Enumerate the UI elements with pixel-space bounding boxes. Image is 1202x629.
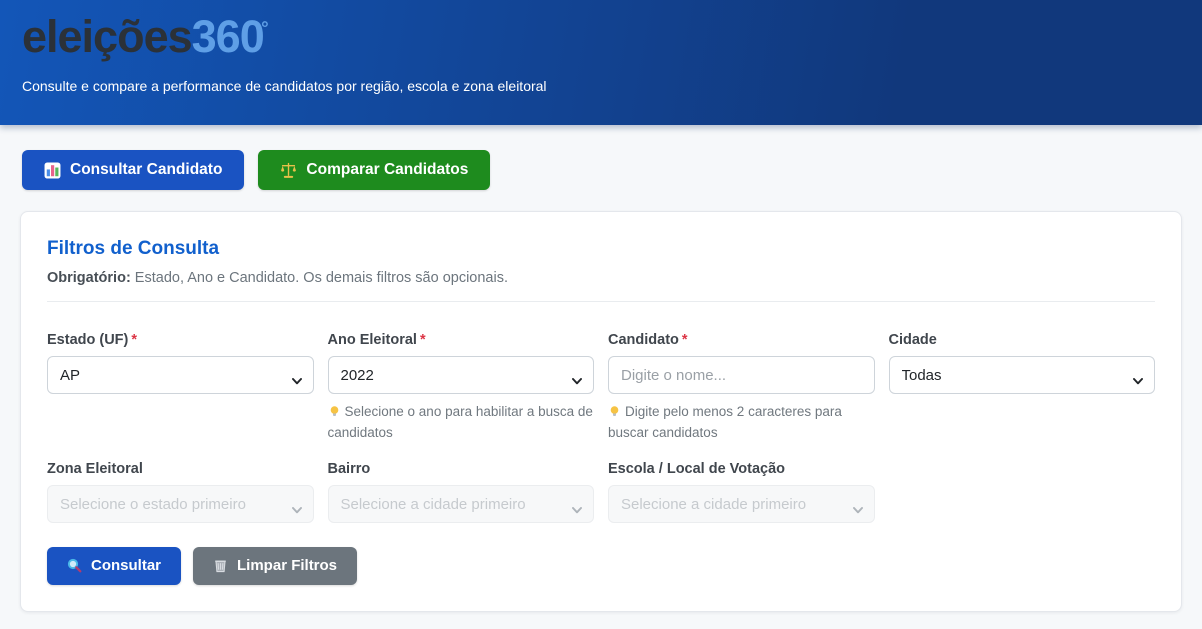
escola-label: Escola / Local de Votação [608,461,875,477]
cidade-select[interactable]: Todas [889,356,1156,394]
field-candidato: Candidato* Digite pelo menos 2 caractere… [608,332,875,461]
required-note-text: Estado, Ano e Candidato. Os demais filtr… [131,270,508,286]
compare-candidates-label: Comparar Candidatos [306,160,468,180]
limpar-filtros-button[interactable]: Limpar Filtros [193,547,357,585]
app-header: eleições360° Consulte e compare a perfor… [0,0,1202,125]
consultar-button[interactable]: Consultar [47,547,181,585]
app-logo: eleições360° [22,12,1178,62]
header-subtitle: Consulte e compare a performance de cand… [22,78,1178,94]
filters-card-title: Filtros de Consulta [47,238,1155,260]
bar-chart-icon [44,162,61,179]
actions-row: Consultar Limpar Filtros [47,547,1155,585]
trash-icon [213,558,228,573]
bairro-label: Bairro [328,461,595,477]
filter-grid: Estado (UF)* AP Ano Eleitoral* 2022 [47,332,1155,523]
consult-candidate-label: Consultar Candidato [70,160,222,180]
mode-button-row: Consultar Candidato Comparar Candidatos [22,150,1202,190]
required-asterisk: * [420,332,426,348]
filters-required-note: Obrigatório: Estado, Ano e Candidato. Os… [47,270,1155,286]
candidato-input[interactable] [608,356,875,394]
search-icon [67,558,82,573]
ano-label: Ano Eleitoral* [328,332,595,348]
filters-card: Filtros de Consulta Obrigatório: Estado,… [20,211,1182,612]
bairro-select: Selecione a cidade primeiro [328,485,595,523]
logo-text-accent: 360 [192,11,264,62]
field-estado: Estado (UF)* AP [47,332,314,461]
field-bairro: Bairro Selecione a cidade primeiro [328,461,595,523]
ano-select[interactable]: 2022 [328,356,595,394]
field-ano: Ano Eleitoral* 2022 Selecione o ano para… [328,332,595,461]
field-cidade: Cidade Todas [889,332,1156,461]
consult-candidate-button[interactable]: Consultar Candidato [22,150,244,190]
lightbulb-icon [328,404,345,419]
required-asterisk: * [682,332,688,348]
empty-grid-cell [889,461,1156,523]
escola-select: Selecione a cidade primeiro [608,485,875,523]
compare-candidates-button[interactable]: Comparar Candidatos [258,150,490,190]
required-note-prefix: Obrigatório: [47,270,131,286]
lightbulb-icon [608,404,625,419]
ano-hint: Selecione o ano para habilitar a busca d… [328,402,595,444]
scales-icon [280,162,297,179]
zona-select: Selecione o estado primeiro [47,485,314,523]
estado-label: Estado (UF)* [47,332,314,348]
field-escola: Escola / Local de Votação Selecione a ci… [608,461,875,523]
logo-degree-symbol: ° [261,18,268,39]
consultar-label: Consultar [91,556,161,576]
field-zona: Zona Eleitoral Selecione o estado primei… [47,461,314,523]
limpar-filtros-label: Limpar Filtros [237,556,337,576]
candidato-hint: Digite pelo menos 2 caracteres para busc… [608,402,875,444]
required-asterisk: * [131,332,137,348]
estado-select[interactable]: AP [47,356,314,394]
cidade-label: Cidade [889,332,1156,348]
zona-label: Zona Eleitoral [47,461,314,477]
candidato-label: Candidato* [608,332,875,348]
logo-text-primary: eleições [22,11,192,62]
card-divider [47,301,1155,302]
